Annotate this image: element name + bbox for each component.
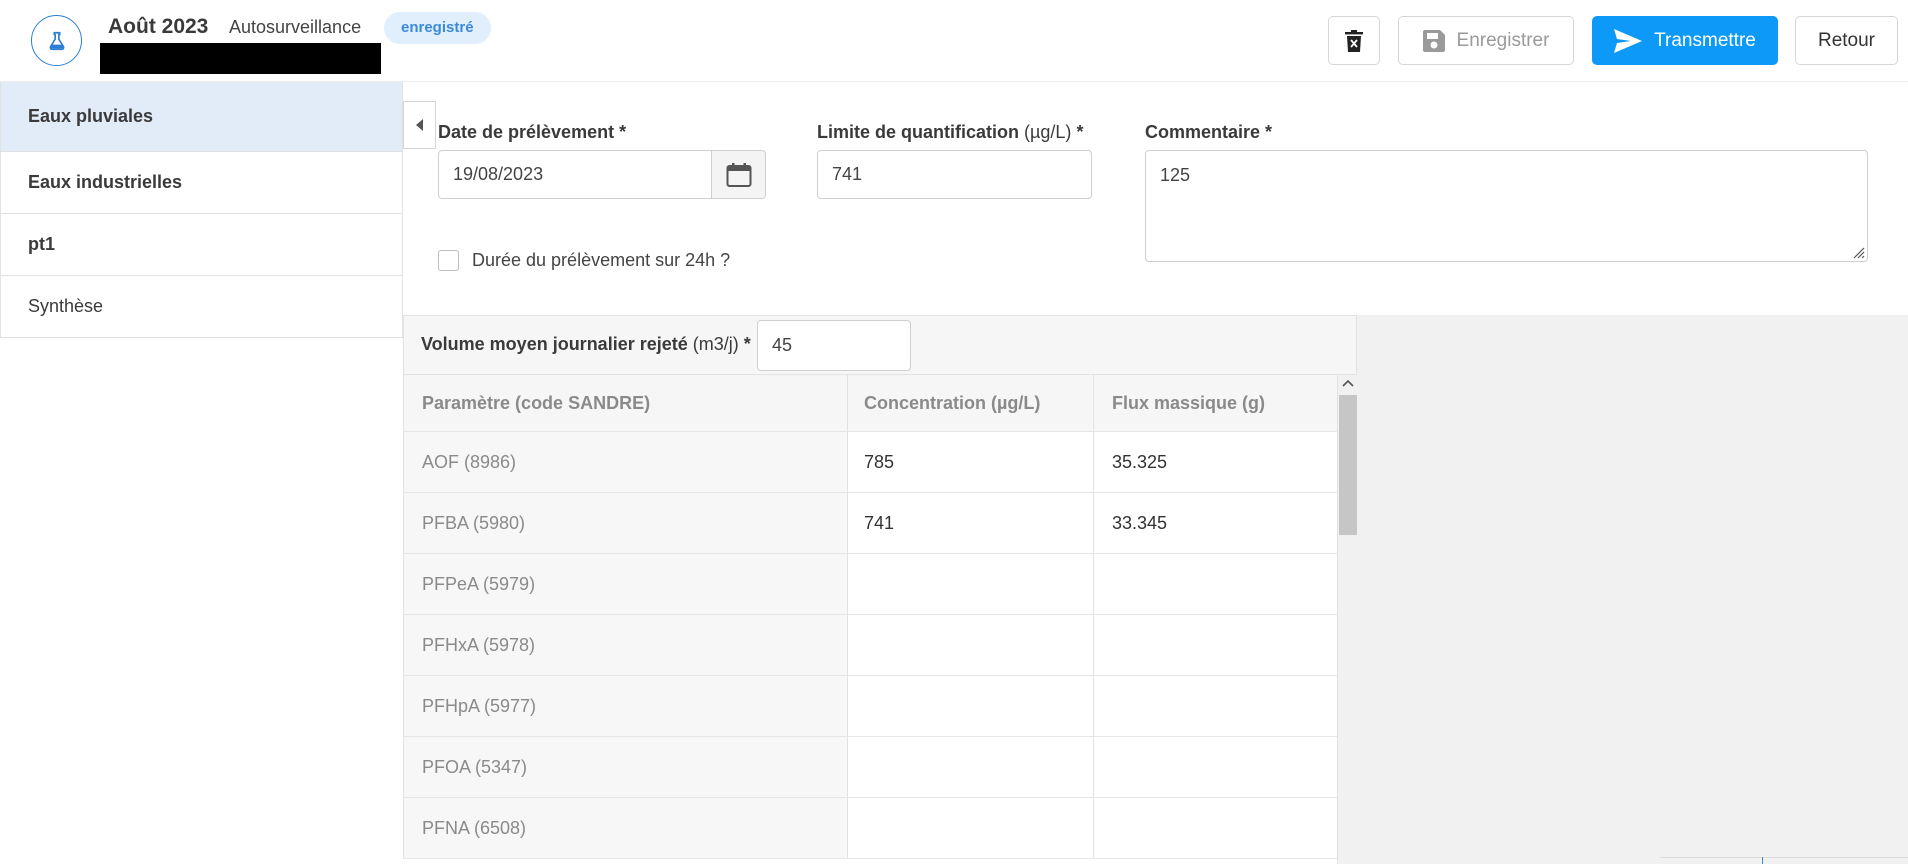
empty-panel <box>1357 315 1908 864</box>
concentration-cell[interactable] <box>847 615 1093 675</box>
limit-label: Limite de quantification (µg/L) * <box>817 122 1083 143</box>
floppy-disk-icon <box>1422 29 1445 52</box>
save-button[interactable]: Enregistrer <box>1398 16 1574 65</box>
save-button-label: Enregistrer <box>1456 29 1550 51</box>
back-button-label: Retour <box>1817 29 1876 51</box>
duration-checkbox-label: Durée du prélèvement sur 24h ? <box>472 250 731 270</box>
sidebar-item-pt1[interactable]: pt1 <box>0 214 403 276</box>
flux-cell: 35.325 <box>1093 432 1337 492</box>
flux-cell <box>1093 676 1337 736</box>
param-cell: PFBA (5980) <box>403 493 847 553</box>
sidebar: Eaux pluviales Eaux industrielles pt1 Sy… <box>0 82 403 338</box>
flux-cell <box>1093 737 1337 797</box>
flux-cell <box>1093 798 1337 858</box>
table-row: PFPeA (5979) <box>403 554 1337 615</box>
delete-button[interactable] <box>1328 16 1380 65</box>
flask-icon <box>49 31 64 50</box>
comment-value: 125 <box>1160 165 1191 185</box>
header-param: Paramètre (code SANDRE) <box>403 375 847 431</box>
caret-left-icon <box>415 119 423 131</box>
required-mark: * <box>1265 122 1273 142</box>
volume-label-text: Volume moyen journalier rejeté <box>421 334 688 354</box>
param-cell: PFNA (6508) <box>403 798 847 858</box>
concentration-cell[interactable]: 741 <box>847 493 1093 553</box>
paper-plane-icon <box>1614 28 1643 53</box>
param-cell: PFOA (5347) <box>403 737 847 797</box>
param-cell: PFHpA (5977) <box>403 676 847 736</box>
header-concentration: Concentration (µg/L) <box>847 375 1093 431</box>
header-flux: Flux massique (g) <box>1093 375 1337 431</box>
scroll-thumb[interactable] <box>1339 395 1357 535</box>
app-header: Août 2023 Autosurveillance enregistré En… <box>0 0 1908 82</box>
calendar-button[interactable] <box>712 150 766 199</box>
concentration-cell[interactable]: 785 <box>847 432 1093 492</box>
status-badge: enregistré <box>384 12 491 44</box>
table-row: PFNA (6508) <box>403 798 1337 859</box>
concentration-cell[interactable] <box>847 676 1093 736</box>
send-button-label: Transmettre <box>1654 29 1756 51</box>
calendar-icon <box>726 162 751 187</box>
concentration-cell[interactable] <box>847 798 1093 858</box>
flux-cell <box>1093 615 1337 675</box>
sidebar-item-synthese[interactable]: Synthèse <box>0 276 403 338</box>
table-row: PFBA (5980) 741 33.345 <box>403 493 1337 554</box>
param-cell: AOF (8986) <box>403 432 847 492</box>
sidebar-item-eaux-industrielles[interactable]: Eaux industrielles <box>0 152 403 214</box>
redacted-block <box>100 43 381 74</box>
date-label-text: Date de prélèvement <box>438 122 615 142</box>
resize-grip-icon[interactable] <box>1851 245 1865 259</box>
table-scrollbar[interactable] <box>1337 375 1357 864</box>
concentration-cell[interactable] <box>847 737 1093 797</box>
required-mark: * <box>743 334 751 354</box>
flux-cell: 33.345 <box>1093 493 1337 553</box>
limit-label-text: Limite de quantification <box>817 122 1020 142</box>
required-mark: * <box>619 122 627 142</box>
logo <box>31 15 82 66</box>
scroll-up-icon[interactable] <box>1342 379 1354 387</box>
sidebar-item-eaux-pluviales[interactable]: Eaux pluviales <box>0 82 403 152</box>
send-button[interactable]: Transmettre <box>1592 16 1778 65</box>
flux-cell <box>1093 554 1337 614</box>
parameters-table: Paramètre (code SANDRE) Concentration (µ… <box>403 375 1337 859</box>
comment-label-text: Commentaire <box>1145 122 1261 142</box>
sidebar-item-label: Synthèse <box>28 296 104 316</box>
table-header-row: Paramètre (code SANDRE) Concentration (µ… <box>403 375 1337 432</box>
table-row: PFOA (5347) <box>403 737 1337 798</box>
trash-icon <box>1345 29 1363 52</box>
limit-input[interactable]: 741 <box>817 150 1092 199</box>
page-subtitle: Autosurveillance <box>229 17 362 37</box>
divider <box>1660 857 1908 858</box>
volume-unit: (m3/j) <box>692 334 739 354</box>
param-cell: PFHxA (5978) <box>403 615 847 675</box>
table-row: AOF (8986) 785 35.325 <box>403 432 1337 493</box>
date-label: Date de prélèvement * <box>438 122 626 143</box>
page-title: Août 2023 <box>108 15 209 38</box>
volume-label: Volume moyen journalier rejeté (m3/j) * <box>421 334 751 355</box>
date-input[interactable]: 19/08/2023 <box>438 150 712 199</box>
sidebar-collapse-button[interactable] <box>403 101 436 149</box>
comment-textarea[interactable]: 125 <box>1145 150 1868 262</box>
concentration-cell[interactable] <box>847 554 1093 614</box>
comment-label: Commentaire * <box>1145 122 1272 143</box>
table-row: PFHpA (5977) <box>403 676 1337 737</box>
param-cell: PFPeA (5979) <box>403 554 847 614</box>
volume-input[interactable]: 45 <box>757 320 911 371</box>
required-mark: * <box>1076 122 1084 142</box>
sidebar-item-label: Eaux industrielles <box>28 172 183 192</box>
limit-unit: (µg/L) <box>1024 122 1072 142</box>
table-row: PFHxA (5978) <box>403 615 1337 676</box>
divider <box>1762 857 1763 864</box>
duration-checkbox[interactable] <box>438 250 459 271</box>
back-button[interactable]: Retour <box>1795 16 1898 65</box>
sidebar-item-label: pt1 <box>28 234 55 254</box>
sidebar-item-label: Eaux pluviales <box>28 106 154 126</box>
